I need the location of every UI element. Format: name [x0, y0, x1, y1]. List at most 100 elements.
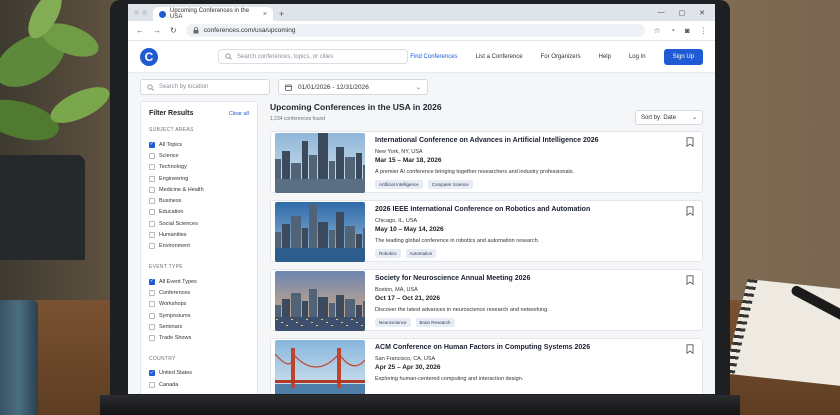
filter-checkbox[interactable]: Workshops	[149, 299, 249, 310]
search-icon	[225, 53, 232, 60]
checkbox-icon[interactable]	[149, 243, 155, 250]
filter-checkbox[interactable]: Canada	[149, 379, 249, 390]
country-checkbox-list: ✓ United States Canada	[149, 368, 249, 391]
subject-checkbox-list: ✓ All Topics Science Technology Engineering M…	[149, 139, 249, 252]
reload-icon[interactable]: ↻	[170, 26, 177, 35]
checkbox-icon[interactable]	[149, 312, 155, 319]
checkbox-icon[interactable]	[149, 381, 155, 388]
topic-tag[interactable]: Artificial Intelligence	[375, 180, 423, 189]
conference-card[interactable]: Society for Neuroscience Annual Meeting …	[270, 269, 703, 331]
checkbox-icon[interactable]	[149, 220, 155, 227]
topic-tag[interactable]: Robotics	[375, 249, 401, 258]
checkbox-checked-icon[interactable]: ✓	[149, 370, 155, 377]
nav-for-organizers[interactable]: For Organizers	[541, 54, 581, 60]
back-icon[interactable]: ←	[136, 26, 144, 35]
conference-image-new-york-skyline[interactable]	[275, 133, 365, 193]
checkbox-icon[interactable]	[149, 198, 155, 205]
topic-tag[interactable]: Brain Research	[415, 318, 455, 327]
checkbox-icon[interactable]	[149, 323, 155, 330]
star-icon[interactable]: ☆	[654, 26, 661, 35]
site-search-input[interactable]: Search conferences, topics, or cities	[218, 49, 408, 64]
checkbox-icon[interactable]	[149, 289, 155, 296]
checkbox-checked-icon[interactable]: ✓	[149, 278, 155, 285]
conference-description: Discover the latest advances in neurosci…	[375, 307, 549, 313]
filter-checkbox[interactable]: Trade Shows	[149, 332, 249, 343]
address-bar[interactable]: conferences.com/usa/upcoming	[185, 24, 645, 37]
checkbox-checked-icon[interactable]: ✓	[149, 141, 155, 148]
checkbox-icon[interactable]	[149, 164, 155, 171]
conference-image-golden-gate-bridge[interactable]	[275, 340, 365, 394]
bookmark-icon[interactable]	[686, 344, 694, 354]
checkbox-icon[interactable]	[149, 152, 155, 159]
filter-checkbox[interactable]: Engineering	[149, 173, 249, 184]
filter-checkbox[interactable]: Social Sciences	[149, 218, 249, 229]
conference-image-chicago-skyline[interactable]	[275, 202, 365, 262]
filter-checkbox[interactable]: ✓ All Topics	[149, 139, 249, 150]
conference-card[interactable]: International Conference on Advances in …	[270, 131, 703, 193]
topic-tag[interactable]: Neuroscience	[375, 318, 411, 327]
checkbox-icon[interactable]	[149, 301, 155, 308]
bookmark-icon[interactable]	[686, 275, 694, 285]
forward-icon[interactable]: →	[153, 26, 161, 35]
maximize-icon[interactable]: ▢	[679, 9, 686, 17]
conference-card[interactable]: ACM Conference on Human Factors in Compu…	[270, 338, 703, 394]
checkbox-icon[interactable]	[149, 209, 155, 216]
conference-title[interactable]: 2026 IEEE International Conference on Ro…	[375, 206, 698, 213]
filter-checkbox-label: Workshops	[159, 301, 187, 308]
conference-location: New York, NY, USA	[375, 149, 423, 155]
browser-tab[interactable]: Upcoming Conferences in the USA ×	[153, 7, 273, 21]
topic-tag[interactable]: Computer Science	[427, 180, 473, 189]
checkbox-icon[interactable]	[149, 232, 155, 239]
bookmark-icon[interactable]	[686, 206, 694, 216]
sort-dropdown[interactable]: Sort by: Date ⌄	[635, 110, 703, 125]
results-count: 1,234 conferences found	[270, 116, 326, 122]
checkbox-icon[interactable]	[149, 335, 155, 342]
filter-checkbox[interactable]: Medicine & Health	[149, 184, 249, 195]
nav-login[interactable]: Log In	[629, 54, 646, 60]
checkbox-icon[interactable]	[149, 186, 155, 193]
filter-checkbox[interactable]: Technology	[149, 162, 249, 173]
nav-list-conference[interactable]: List a Conference	[476, 54, 523, 60]
favicon-icon	[159, 10, 166, 18]
tab-close-icon[interactable]: ×	[263, 11, 267, 18]
filter-checkbox[interactable]: Seminars	[149, 321, 249, 332]
nav-find-conferences[interactable]: Find Conferences	[410, 54, 457, 60]
conference-title[interactable]: Society for Neuroscience Annual Meeting …	[375, 275, 698, 282]
conference-title[interactable]: International Conference on Advances in …	[375, 137, 698, 144]
topic-tag[interactable]: Automation	[405, 249, 437, 258]
chevron-down-icon: ⌄	[415, 84, 421, 91]
filter-checkbox[interactable]: Symposiums	[149, 310, 249, 321]
filter-checkbox[interactable]: ✓ All Event Types	[149, 276, 249, 287]
location-search-input[interactable]: Search by location	[140, 79, 270, 95]
conference-dates: Apr 25 – Apr 30, 2026	[375, 364, 441, 371]
checkbox-icon[interactable]	[149, 175, 155, 182]
conference-info: ACM Conference on Human Factors in Compu…	[375, 343, 698, 394]
conference-image-boston-skyline[interactable]	[275, 271, 365, 331]
conference-card[interactable]: 2026 IEEE International Conference on Ro…	[270, 200, 703, 262]
filter-bar: Search by location 01/01/2026 - 12/31/20…	[128, 73, 715, 101]
close-window-icon[interactable]: ✕	[699, 9, 705, 17]
conference-title[interactable]: ACM Conference on Human Factors in Compu…	[375, 344, 698, 351]
site-logo[interactable]: C	[140, 47, 158, 66]
filter-checkbox-label: Medicine & Health	[159, 186, 204, 193]
clear-all-link[interactable]: Clear all	[229, 111, 249, 117]
bookmark-icon[interactable]	[686, 137, 694, 147]
profile-icon[interactable]: ◙	[685, 26, 690, 35]
date-range-picker[interactable]: 01/01/2026 - 12/31/2026 ⌄	[278, 79, 428, 95]
minimize-icon[interactable]: —	[658, 9, 665, 16]
nav-help[interactable]: Help	[599, 54, 611, 60]
filter-checkbox[interactable]: Business	[149, 195, 249, 206]
filter-checkbox[interactable]: Environment	[149, 241, 249, 252]
filter-checkbox-label: Environment	[159, 243, 190, 250]
new-tab-button[interactable]: +	[279, 7, 284, 21]
menu-icon[interactable]: ⋮	[700, 26, 708, 35]
filter-checkbox[interactable]: Conferences	[149, 287, 249, 298]
filter-checkbox[interactable]: Humanities	[149, 229, 249, 240]
filter-checkbox[interactable]: Science	[149, 150, 249, 161]
laptop-base	[100, 395, 740, 415]
filter-checkbox[interactable]: ✓ United States	[149, 368, 249, 379]
filter-checkbox[interactable]: Education	[149, 207, 249, 218]
extension-icon[interactable]: ◔	[670, 26, 675, 35]
signup-button[interactable]: Sign Up	[663, 48, 703, 65]
site-header: C Search conferences, topics, or cities …	[128, 41, 715, 73]
